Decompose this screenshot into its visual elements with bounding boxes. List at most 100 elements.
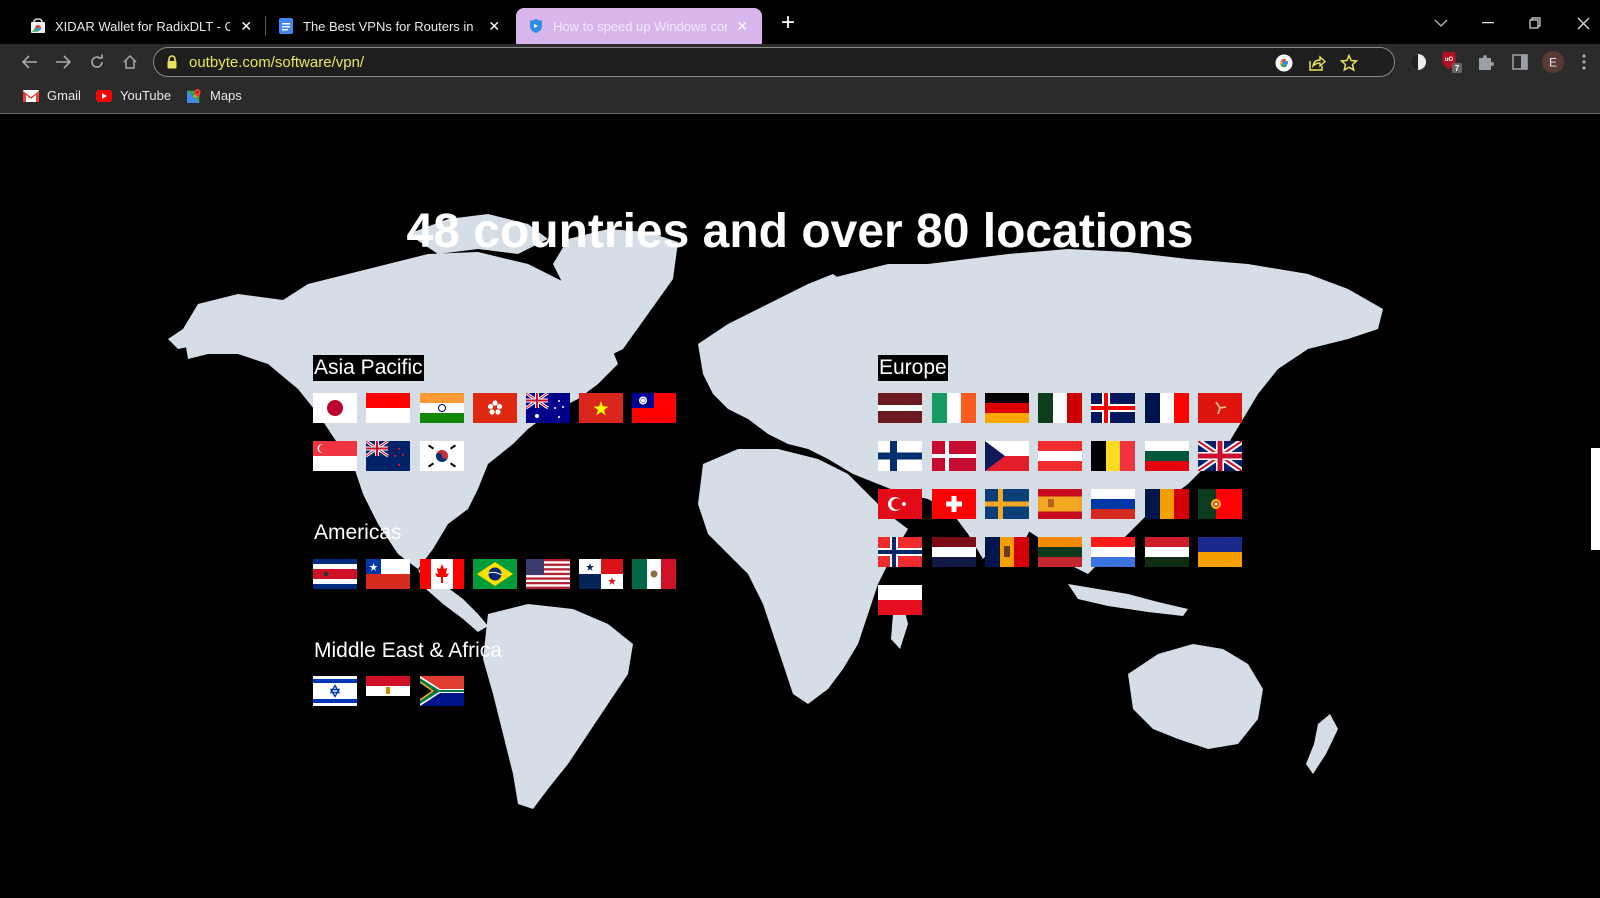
close-tab-icon[interactable]: ✕: [238, 18, 254, 34]
bookmarks-bar: Gmail YouTube Maps: [0, 80, 1600, 114]
lock-icon[interactable]: [166, 55, 178, 69]
flag-switzerland[interactable]: [932, 489, 976, 519]
flag-egypt[interactable]: [366, 676, 410, 706]
map-new-zealand: [1306, 714, 1338, 774]
flag-portugal[interactable]: [1198, 489, 1242, 519]
profile-avatar[interactable]: E: [1541, 50, 1565, 74]
flag-armenia[interactable]: [1198, 537, 1242, 567]
flag-sweden[interactable]: [985, 489, 1029, 519]
tab-xidar-wallet[interactable]: XIDAR Wallet for RadixDLT - Chrome Web S…: [18, 8, 266, 44]
region-label-americas: Americas: [314, 521, 402, 544]
back-arrow-icon[interactable]: [18, 50, 42, 74]
share-icon[interactable]: [1307, 53, 1327, 73]
vpn-locations-page: 48 countries and over 80 locations Asia …: [8, 114, 1592, 898]
chrome-web-store-icon: [30, 18, 46, 34]
map-africa: [698, 449, 908, 704]
page-headline: 48 countries and over 80 locations: [406, 205, 1194, 258]
flag-hong-kong[interactable]: [473, 393, 517, 423]
bookmark-star-icon[interactable]: [1339, 53, 1359, 73]
extensions-puzzle-icon[interactable]: [1474, 50, 1498, 74]
flag-russia[interactable]: [1091, 489, 1135, 519]
bookmark-label: Gmail: [47, 88, 81, 103]
tab-speed-up-windows[interactable]: How to speed up Windows computer ✕: [516, 8, 762, 44]
flag-united-kingdom[interactable]: [1198, 441, 1242, 471]
flag-latvia[interactable]: [878, 393, 922, 423]
tab-title: XIDAR Wallet for RadixDLT - Chrome Web S…: [55, 18, 231, 34]
flag-new-zealand[interactable]: [366, 441, 410, 471]
flag-germany[interactable]: [985, 393, 1029, 423]
flag-lithuania[interactable]: [1038, 537, 1082, 567]
flag-vietnam[interactable]: [579, 393, 623, 423]
url-text[interactable]: outbyte.com/software/vpn/: [189, 54, 364, 71]
flag-luxembourg[interactable]: [1091, 537, 1135, 567]
flag-italy[interactable]: [1038, 393, 1082, 423]
flag-austria[interactable]: [1038, 441, 1082, 471]
tab-best-vpns[interactable]: The Best VPNs for Routers in 2023 ✕: [266, 8, 514, 44]
chrome-menu-icon[interactable]: [1572, 50, 1596, 74]
dark-mode-extension-icon[interactable]: [1406, 50, 1430, 74]
side-panel-icon[interactable]: [1508, 50, 1532, 74]
bookmark-maps[interactable]: Maps: [186, 88, 242, 103]
flag-japan[interactable]: [313, 393, 357, 423]
flag-israel[interactable]: [313, 676, 357, 706]
flag-turkey[interactable]: [878, 489, 922, 519]
flag-chile[interactable]: [366, 559, 410, 589]
tab-search-icon[interactable]: [1426, 10, 1456, 36]
reload-icon[interactable]: [85, 50, 109, 74]
flag-panama[interactable]: [579, 559, 623, 589]
close-tab-icon[interactable]: ✕: [486, 18, 502, 34]
flag-brazil[interactable]: [473, 559, 517, 589]
flag-south-korea[interactable]: [420, 441, 464, 471]
tab-title: The Best VPNs for Routers in 2023: [303, 18, 478, 34]
map-australia: [1128, 644, 1263, 749]
youtube-icon: [96, 89, 112, 102]
tab-title: How to speed up Windows computer: [553, 18, 727, 34]
address-bar[interactable]: outbyte.com/software/vpn/: [153, 47, 1395, 77]
flag-moldova[interactable]: [985, 537, 1029, 567]
flag-czech-republic[interactable]: [985, 441, 1029, 471]
flag-finland[interactable]: [878, 441, 922, 471]
scrollbar-thumb[interactable]: [1591, 448, 1600, 550]
ublock-origin-icon[interactable]: uO 7: [1440, 50, 1464, 74]
region-label-middle-east-africa: Middle East & Africa: [314, 639, 502, 662]
new-tab-button[interactable]: +: [776, 11, 800, 36]
outbyte-shield-icon: [528, 18, 544, 34]
flag-costa-rica[interactable]: [313, 559, 357, 589]
forward-arrow-icon[interactable]: [51, 50, 75, 74]
home-icon[interactable]: [118, 50, 142, 74]
flag-mexico[interactable]: [632, 559, 676, 589]
restore-icon[interactable]: [1520, 10, 1550, 36]
flag-romania[interactable]: [1145, 489, 1189, 519]
flag-iceland[interactable]: [1091, 393, 1135, 423]
flag-singapore[interactable]: [313, 441, 357, 471]
close-tab-icon[interactable]: ✕: [735, 18, 750, 34]
flag-bulgaria[interactable]: [1145, 441, 1189, 471]
flag-spain[interactable]: [1038, 489, 1082, 519]
flag-poland[interactable]: [878, 585, 922, 615]
flag-ireland[interactable]: [932, 393, 976, 423]
flag-belgium[interactable]: [1091, 441, 1135, 471]
flag-south-africa[interactable]: [420, 676, 464, 706]
flag-australia[interactable]: [526, 393, 570, 423]
google-lens-icon[interactable]: [1274, 53, 1294, 73]
close-window-icon[interactable]: [1568, 10, 1598, 36]
flag-norway[interactable]: [878, 537, 922, 567]
flag-france[interactable]: [1145, 393, 1189, 423]
flag-indonesia[interactable]: [366, 393, 410, 423]
minimize-icon[interactable]: [1473, 10, 1503, 36]
flag-isle-of-man[interactable]: [1198, 393, 1242, 423]
map-indonesia: [1068, 584, 1188, 616]
bookmark-youtube[interactable]: YouTube: [96, 88, 171, 103]
google-docs-icon: [278, 18, 294, 34]
flag-united-states[interactable]: [526, 559, 570, 589]
bookmark-gmail[interactable]: Gmail: [23, 88, 81, 103]
region-label-europe: Europe: [878, 355, 948, 381]
flag-taiwan[interactable]: [632, 393, 676, 423]
flag-hungary[interactable]: [1145, 537, 1189, 567]
flag-india[interactable]: [420, 393, 464, 423]
flag-netherlands[interactable]: [932, 537, 976, 567]
maps-icon: [187, 88, 201, 103]
flag-canada[interactable]: [420, 559, 464, 589]
ublock-badge: 7: [1455, 64, 1460, 73]
flag-denmark[interactable]: [932, 441, 976, 471]
